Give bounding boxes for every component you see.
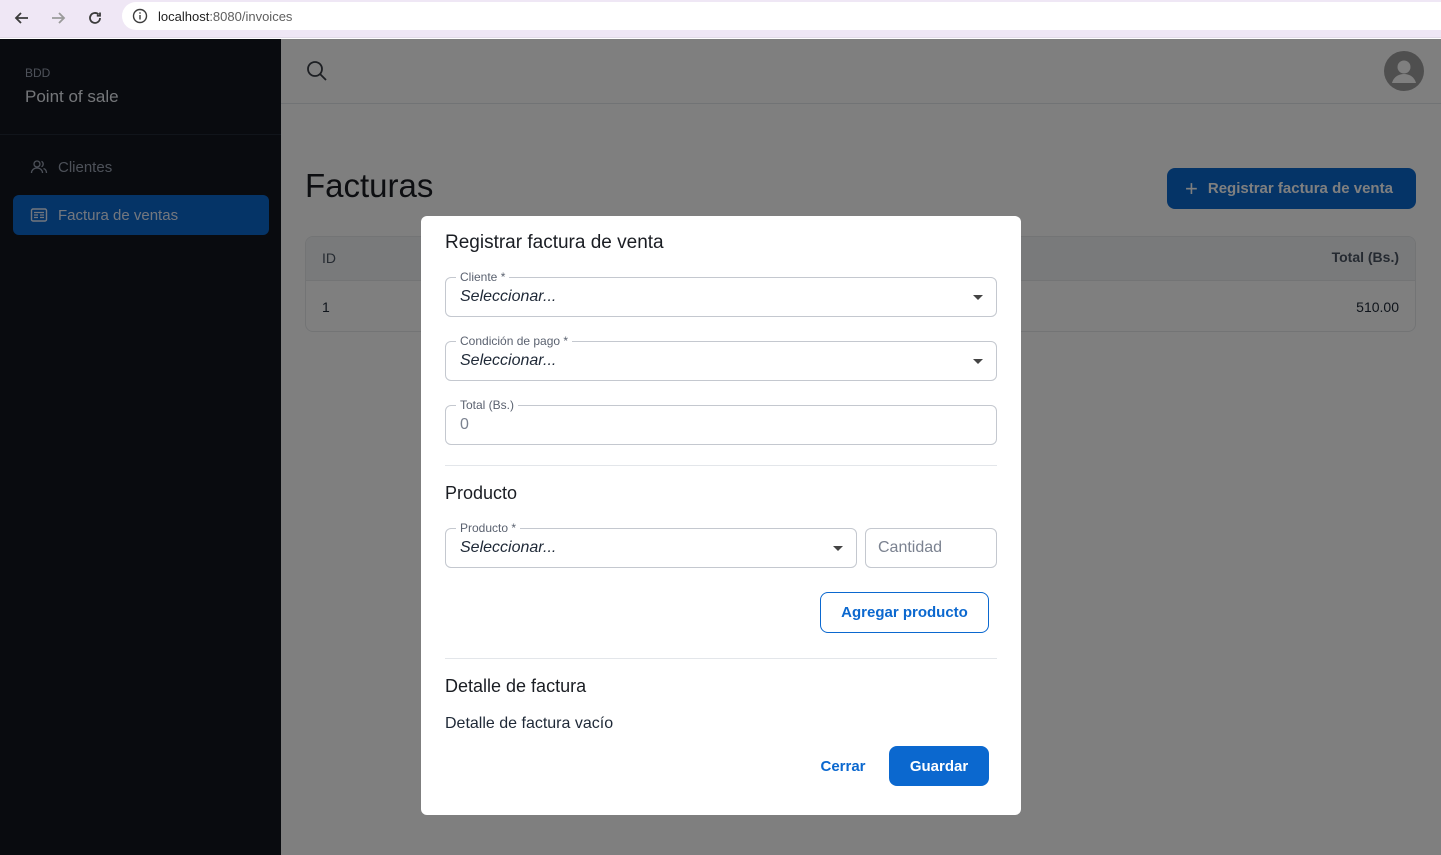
reload-icon (89, 12, 101, 24)
producto-value: Seleccionar... (460, 539, 557, 556)
cliente-value: Seleccionar... (460, 288, 557, 305)
cantidad-input[interactable]: Cantidad (865, 528, 997, 568)
condicion-pago-select[interactable]: Condición de pago * Seleccionar... (445, 334, 997, 381)
close-button[interactable]: Cerrar (809, 746, 877, 786)
caret-down-icon (973, 359, 983, 364)
detalle-section-title: Detalle de factura (445, 676, 587, 696)
site-info-icon[interactable] (132, 8, 148, 24)
empty-detail-text: Detalle de factura vacío (445, 715, 614, 732)
total-label: Total (Bs.) (456, 398, 519, 412)
save-button[interactable]: Guardar (889, 746, 989, 786)
divider (445, 658, 997, 659)
producto-section-title: Producto (445, 483, 518, 503)
arrow-right-icon (52, 12, 66, 24)
cliente-select[interactable]: Cliente * Seleccionar... (445, 270, 997, 317)
total-field[interactable]: Total (Bs.) 0 (445, 398, 997, 445)
cliente-label: Cliente * (456, 270, 510, 284)
reload-button[interactable] (83, 6, 107, 30)
producto-select[interactable]: Producto * Seleccionar... (445, 521, 857, 568)
condicion-pago-label: Condición de pago * (456, 334, 573, 348)
browser-toolbar: localhost:8080/invoices (0, 0, 1441, 38)
divider (445, 465, 997, 466)
arrow-left-icon (14, 12, 28, 24)
dialog-title: Registrar factura de venta (445, 232, 664, 253)
forward-button[interactable] (46, 6, 70, 30)
register-invoice-dialog: Registrar factura de venta Cliente * Sel… (421, 216, 1021, 815)
add-product-button[interactable]: Agregar producto (820, 592, 989, 633)
producto-label: Producto * (456, 521, 521, 535)
cantidad-placeholder: Cantidad (878, 539, 943, 556)
caret-down-icon (973, 295, 983, 300)
back-button[interactable] (10, 6, 34, 30)
address-bar[interactable]: localhost:8080/invoices (122, 2, 1441, 30)
url-host: localhost (158, 8, 210, 24)
url-text: localhost:8080/invoices (158, 9, 292, 24)
url-path: :8080/invoices (209, 8, 293, 24)
caret-down-icon (833, 546, 843, 551)
total-value: 0 (460, 416, 469, 433)
condicion-pago-value: Seleccionar... (460, 352, 557, 369)
